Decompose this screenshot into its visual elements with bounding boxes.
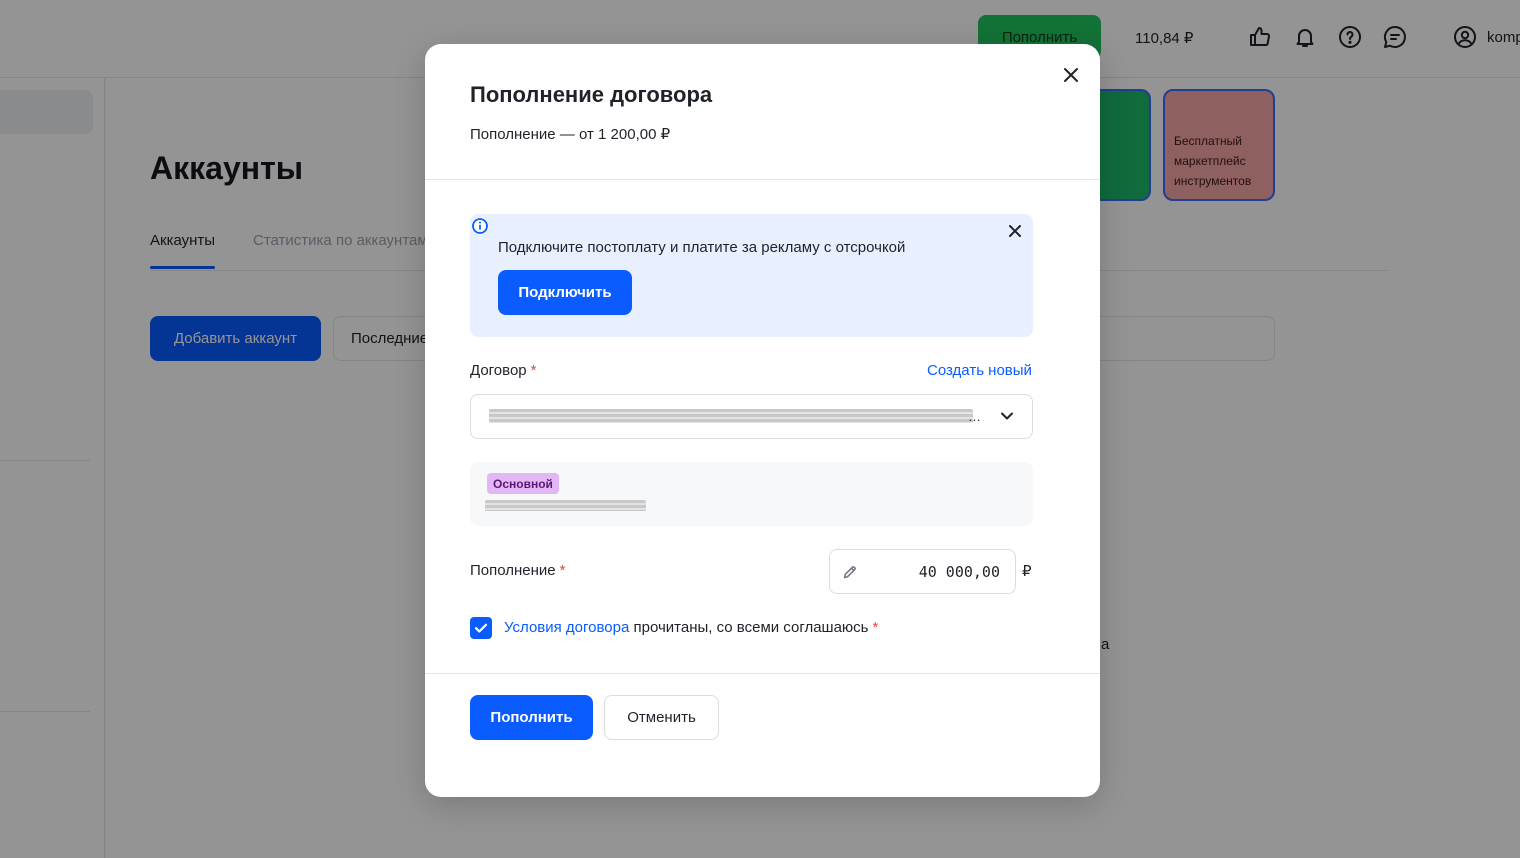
close-icon (1064, 68, 1078, 82)
banner-close-button[interactable] (1005, 221, 1025, 241)
chevron-down-icon (997, 406, 1017, 426)
close-icon (1009, 225, 1021, 237)
amount-input[interactable] (864, 550, 1000, 593)
postpay-banner: Подключите постоплату и платите за рекла… (470, 214, 1033, 337)
required-mark: * (872, 619, 879, 636)
amount-field[interactable] (829, 549, 1016, 594)
select-ellipsis: … (968, 409, 981, 424)
amount-label: Пополнение * (470, 562, 566, 579)
contract-label-text: Договор (470, 362, 527, 379)
required-mark: * (530, 362, 537, 379)
modal-divider (425, 179, 1100, 180)
cancel-button[interactable]: Отменить (604, 695, 719, 740)
modal-close-button[interactable] (1059, 63, 1083, 87)
amount-label-text: Пополнение (470, 562, 556, 579)
connect-postpay-button[interactable]: Подключить (498, 270, 632, 315)
currency-symbol: ₽ (1022, 563, 1032, 580)
primary-contract-badge: Основной (487, 473, 559, 494)
terms-rest-text: прочитаны, со всеми соглашаюсь (629, 619, 869, 636)
info-icon (471, 217, 489, 235)
create-contract-link[interactable]: Создать новый (927, 362, 1032, 379)
topup-modal: Пополнение договора Пополнение — от 1 20… (425, 44, 1100, 797)
checkmark-icon (474, 623, 488, 633)
required-mark: * (559, 562, 566, 579)
modal-title: Пополнение договора (470, 82, 713, 107)
contract-label: Договор * (470, 362, 536, 379)
modal-subtitle: Пополнение — от 1 200,00 ₽ (470, 126, 671, 143)
contract-selected-value (489, 409, 985, 423)
redacted-text (489, 409, 973, 423)
terms-agreement-text: Условия договора прочитаны, со всеми сог… (504, 619, 878, 636)
terms-link[interactable]: Условия договора (504, 619, 629, 636)
contract-details-line (485, 499, 646, 511)
modal-footer-divider (425, 673, 1100, 674)
terms-checkbox[interactable] (470, 617, 492, 639)
banner-text: Подключите постоплату и платите за рекла… (498, 239, 906, 256)
contract-select[interactable]: … (470, 394, 1033, 439)
pencil-icon (842, 564, 858, 580)
redacted-text (485, 500, 646, 511)
submit-topup-button[interactable]: Пополнить (470, 695, 593, 740)
contract-details-card: Основной (470, 462, 1033, 526)
